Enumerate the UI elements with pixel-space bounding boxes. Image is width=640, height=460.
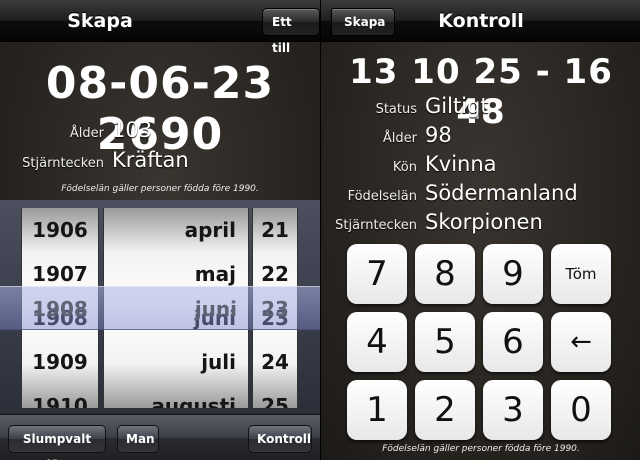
clear-key[interactable]: Töm — [551, 244, 611, 304]
key-9[interactable]: 9 — [483, 244, 543, 304]
status-row: Status Giltigt — [321, 94, 640, 124]
create-navbar: Skapa Ett till — [0, 0, 320, 55]
key-4[interactable]: 4 — [347, 312, 407, 372]
selected-month: juni — [194, 297, 237, 321]
key-1[interactable]: 1 — [347, 380, 407, 440]
selected-year: 1908 — [32, 297, 88, 321]
key-3[interactable]: 3 — [483, 380, 543, 440]
status-value: Giltigt — [425, 94, 489, 118]
year-item[interactable]: 1910 — [22, 384, 98, 408]
zodiac-value: Kräftan — [112, 148, 189, 172]
county-value: Södermanland — [425, 181, 578, 205]
age-value: 103 — [112, 118, 153, 142]
day-item[interactable]: 21 — [253, 208, 297, 252]
check-title: Kontroll — [438, 10, 524, 32]
year-item[interactable]: 1909 — [22, 340, 98, 384]
county-row: Födelselän Södermanland — [321, 181, 640, 211]
key-8[interactable]: 8 — [415, 244, 475, 304]
age-label: Ålder — [382, 131, 417, 146]
age-row: Ålder 98 — [321, 123, 640, 153]
zodiac-label: Stjärntecken — [22, 156, 104, 171]
another-button[interactable]: Ett till — [262, 8, 320, 55]
year-item[interactable]: 1906 — [22, 208, 98, 252]
key-0[interactable]: 0 — [551, 380, 611, 440]
age-value: 98 — [425, 123, 452, 147]
gender-row: Kön Kvinna — [321, 152, 640, 182]
county-label: Födelselän — [347, 189, 417, 204]
gender-button[interactable]: Man — [117, 425, 159, 453]
gender-value: Kvinna — [425, 152, 497, 176]
zodiac-label: Stjärntecken — [335, 218, 417, 233]
key-2[interactable]: 2 — [415, 380, 475, 440]
month-item[interactable]: april — [104, 208, 248, 252]
month-item[interactable]: juli — [104, 340, 248, 384]
day-item[interactable]: 25 — [253, 384, 297, 408]
county-note: Födelselän gäller personer födda före 19… — [61, 184, 259, 194]
selected-day: 23 — [261, 297, 289, 321]
check-button[interactable]: Kontroll — [248, 425, 312, 453]
zodiac-value: Skorpionen — [425, 210, 543, 234]
gender-label: Kön — [392, 160, 417, 175]
month-item[interactable]: augusti — [104, 384, 248, 408]
key-7[interactable]: 7 — [347, 244, 407, 304]
create-toolbar: Slumpvalt län Man Kontroll — [0, 414, 320, 460]
create-screen: Skapa Ett till 08-06-23 2690 Ålder 103 S… — [0, 0, 320, 460]
key-6[interactable]: 6 — [483, 312, 543, 372]
random-county-button[interactable]: Slumpvalt län — [8, 425, 106, 460]
check-screen: Skapa Kontroll 13 10 25 - 16 48 Status G… — [320, 0, 640, 460]
age-label: Ålder — [69, 126, 104, 141]
picker-selection-indicator: 1908 juni 23 — [0, 286, 320, 330]
zodiac-row: Stjärntecken Skorpionen — [321, 210, 640, 240]
county-note: Födelselän gäller personer födda före 19… — [382, 444, 580, 454]
check-navbar: Skapa Kontroll — [321, 0, 640, 42]
age-row: Ålder 103 — [0, 118, 320, 148]
backspace-key[interactable]: ← — [551, 312, 611, 372]
zodiac-row: Stjärntecken Kräftan — [0, 148, 320, 178]
status-label: Status — [375, 102, 417, 117]
day-item[interactable]: 24 — [253, 340, 297, 384]
key-5[interactable]: 5 — [415, 312, 475, 372]
